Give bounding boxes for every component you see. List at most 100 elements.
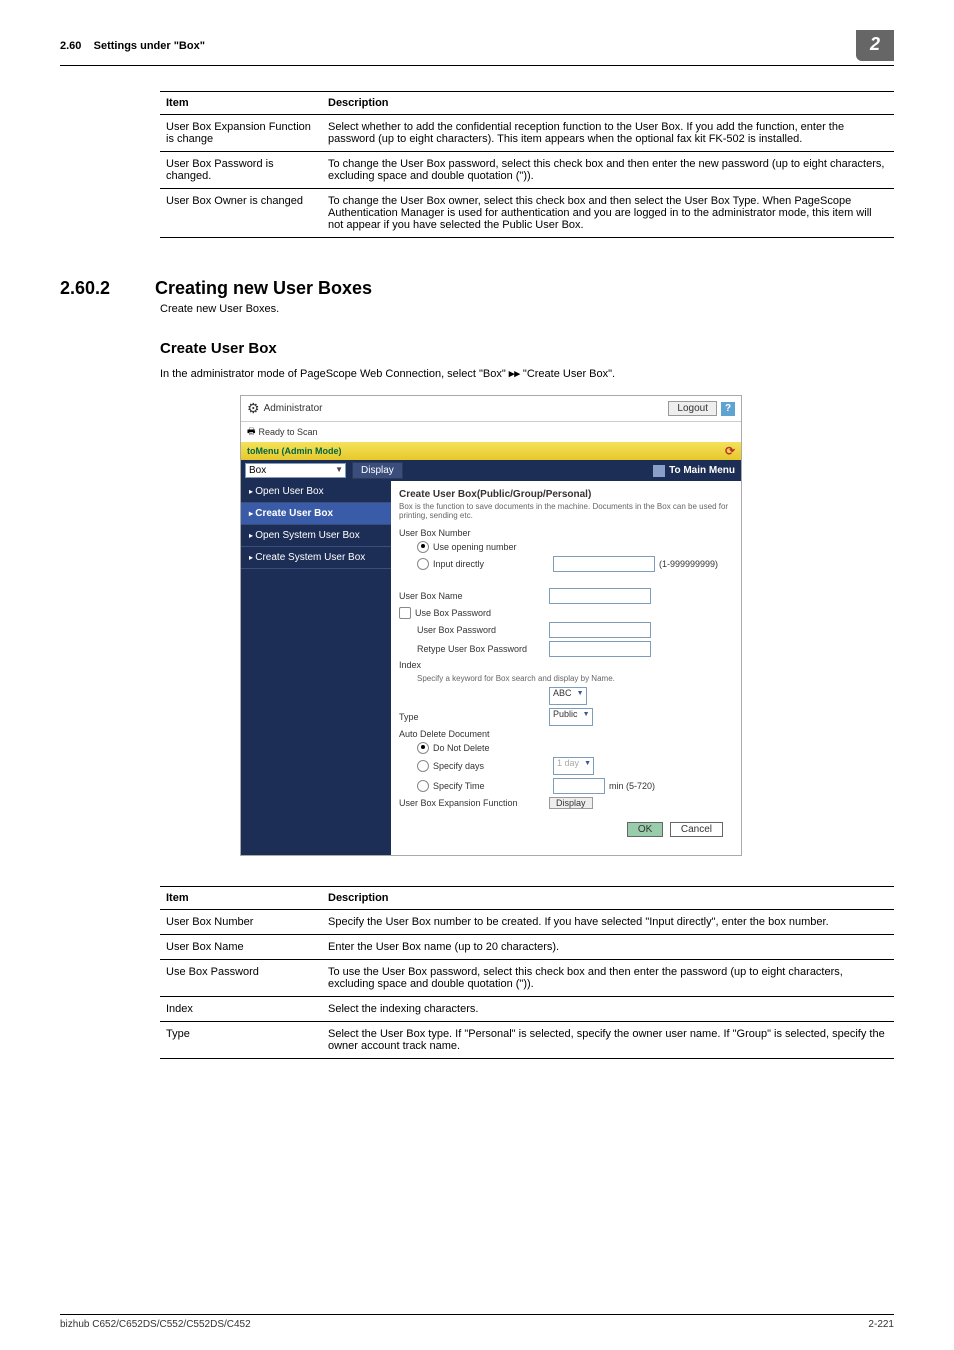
t2-r1-item: User Box Name xyxy=(160,935,322,960)
lbl-expansion: User Box Expansion Function xyxy=(399,798,549,808)
radio-specify-days[interactable] xyxy=(417,760,429,772)
input-specify-time[interactable] xyxy=(553,778,605,794)
admin-mode-label: toMenu (Admin Mode) xyxy=(247,446,341,456)
gear-icon: ⚙ xyxy=(247,400,260,417)
table-row: User Box Password is changed. To change … xyxy=(160,152,894,189)
t2-head-item: Item xyxy=(160,887,322,910)
input-user-box-name[interactable] xyxy=(549,588,651,604)
header-rule xyxy=(60,65,894,66)
sub-intro-pre: In the administrator mode of PageScope W… xyxy=(160,368,509,380)
category-select[interactable]: Box xyxy=(245,463,346,478)
webconnection-screenshot: ⚙ Administrator Logout ? 🖶 Ready to Scan… xyxy=(240,395,742,856)
select-days[interactable]: 1 day xyxy=(553,757,594,775)
lbl-input-directly: Input directly xyxy=(433,559,553,569)
admin-label: Administrator xyxy=(264,403,323,414)
t1-head-desc: Description xyxy=(322,92,894,115)
to-main-label: To Main Menu xyxy=(669,465,735,476)
panel-desc: Box is the function to save documents in… xyxy=(399,502,733,520)
sidebar: Open User Box Create User Box Open Syste… xyxy=(241,481,391,855)
table-row: User Box Expansion Function is change Se… xyxy=(160,115,894,152)
header-section-title: Settings under "Box" xyxy=(94,40,205,52)
table-row: Index Select the indexing characters. xyxy=(160,997,894,1022)
ok-button[interactable]: OK xyxy=(627,822,663,837)
t2-r4-desc: Select the User Box type. If "Personal" … xyxy=(322,1022,894,1059)
section-number: 2.60.2 xyxy=(60,278,155,299)
subsection-heading: Create User Box xyxy=(160,340,894,357)
radio-input-directly[interactable] xyxy=(417,558,429,570)
lbl-user-box-password: User Box Password xyxy=(417,625,549,635)
section-heading: 2.60.2Creating new User Boxes xyxy=(60,278,894,299)
t1-r0-desc: Select whether to add the confidential r… xyxy=(322,115,894,152)
settings-table-2: Item Description User Box Number Specify… xyxy=(160,886,894,1059)
radio-do-not-delete[interactable] xyxy=(417,742,429,754)
t1-r2-desc: To change the User Box owner, select thi… xyxy=(322,189,894,238)
printer-icon: 🖶 xyxy=(247,424,256,440)
select-type[interactable]: Public xyxy=(549,708,593,726)
main-panel: Create User Box(Public/Group/Personal) B… xyxy=(391,481,741,855)
select-index[interactable]: ABC xyxy=(549,687,587,705)
lbl-use-box-password: Use Box Password xyxy=(415,608,491,618)
t1-head-item: Item xyxy=(160,92,322,115)
refresh-icon[interactable]: ⟳ xyxy=(725,444,735,458)
lbl-type: Type xyxy=(399,712,549,722)
header-section-number: 2.60 xyxy=(60,40,81,52)
t1-r1-desc: To change the User Box password, select … xyxy=(322,152,894,189)
table-row: User Box Number Specify the User Box num… xyxy=(160,910,894,935)
table-row: User Box Name Enter the User Box name (u… xyxy=(160,935,894,960)
t2-r3-item: Index xyxy=(160,997,322,1022)
input-box-number[interactable] xyxy=(553,556,655,572)
footer-page: 2-221 xyxy=(868,1319,894,1330)
t2-r1-desc: Enter the User Box name (up to 20 charac… xyxy=(322,935,894,960)
settings-table-1: Item Description User Box Expansion Func… xyxy=(160,91,894,238)
sidebar-item-open-system-box[interactable]: Open System User Box xyxy=(241,525,391,547)
lbl-user-box-number: User Box Number xyxy=(399,528,549,538)
radio-specify-time[interactable] xyxy=(417,780,429,792)
expansion-display-button[interactable]: Display xyxy=(549,797,593,809)
sub-intro-post: "Create User Box". xyxy=(520,368,615,380)
section-intro: Create new User Boxes. xyxy=(160,303,894,315)
t1-r2-item: User Box Owner is changed xyxy=(160,189,322,238)
t2-r2-desc: To use the User Box password, select thi… xyxy=(322,960,894,997)
page-footer: bizhub C652/C652DS/C552/C552DS/C452 2-22… xyxy=(60,1314,894,1330)
range-hint: (1-999999999) xyxy=(659,559,718,569)
table-row: Use Box Password To use the User Box pas… xyxy=(160,960,894,997)
t2-head-desc: Description xyxy=(322,887,894,910)
to-main-menu-link[interactable]: To Main Menu xyxy=(647,463,741,479)
page-header: 2.60 Settings under "Box" 2 xyxy=(60,30,894,61)
table-row: User Box Owner is changed To change the … xyxy=(160,189,894,238)
t2-r3-desc: Select the indexing characters. xyxy=(322,997,894,1022)
input-user-box-password[interactable] xyxy=(549,622,651,638)
footer-model: bizhub C652/C652DS/C552/C552DS/C452 xyxy=(60,1319,251,1330)
help-icon[interactable]: ? xyxy=(721,402,735,416)
sidebar-item-create-system-box[interactable]: Create System User Box xyxy=(241,547,391,569)
input-retype-password[interactable] xyxy=(549,641,651,657)
radio-use-opening[interactable] xyxy=(417,541,429,553)
logout-button[interactable]: Logout xyxy=(668,401,717,416)
display-button[interactable]: Display xyxy=(352,462,403,479)
chapter-badge: 2 xyxy=(856,30,894,61)
lbl-do-not-delete: Do Not Delete xyxy=(433,743,490,753)
cancel-button[interactable]: Cancel xyxy=(670,822,723,837)
time-unit: min (5-720) xyxy=(609,781,655,791)
lbl-auto-delete: Auto Delete Document xyxy=(399,729,549,739)
checkbox-use-box-password[interactable] xyxy=(399,607,411,619)
panel-title: Create User Box(Public/Group/Personal) xyxy=(399,489,733,500)
lbl-specify-days: Specify days xyxy=(433,761,553,771)
arrow-icon: ▸▸ xyxy=(509,368,520,380)
menu-icon xyxy=(653,465,665,477)
sidebar-item-create-user-box[interactable]: Create User Box xyxy=(241,503,391,525)
lbl-specify-time: Specify Time xyxy=(433,781,553,791)
table-row: Type Select the User Box type. If "Perso… xyxy=(160,1022,894,1059)
t2-r4-item: Type xyxy=(160,1022,322,1059)
lbl-use-opening: Use opening number xyxy=(433,542,517,552)
t1-r0-item: User Box Expansion Function is change xyxy=(160,115,322,152)
sidebar-item-open-user-box[interactable]: Open User Box xyxy=(241,481,391,503)
t1-r1-item: User Box Password is changed. xyxy=(160,152,322,189)
status-text: Ready to Scan xyxy=(259,427,318,437)
lbl-retype-password: Retype User Box Password xyxy=(417,644,549,654)
t2-r2-item: Use Box Password xyxy=(160,960,322,997)
lbl-index: Index xyxy=(399,660,549,670)
lbl-user-box-name: User Box Name xyxy=(399,591,549,601)
index-note: Specify a keyword for Box search and dis… xyxy=(399,674,733,683)
subsection-intro: In the administrator mode of PageScope W… xyxy=(160,367,894,380)
